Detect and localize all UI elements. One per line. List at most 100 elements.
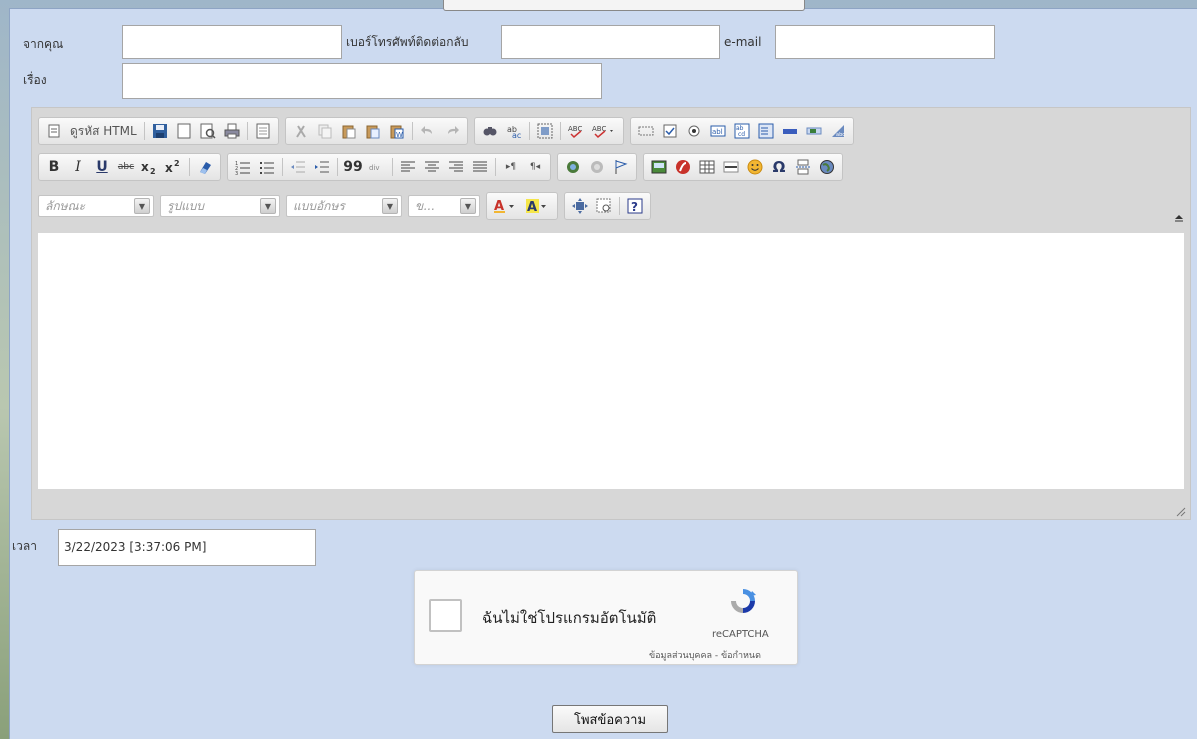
form-icon[interactable] xyxy=(635,120,657,142)
numbered-list-icon[interactable]: 123 xyxy=(232,156,254,178)
iframe-globe-icon[interactable] xyxy=(816,156,838,178)
unlink-icon[interactable] xyxy=(586,156,608,178)
indent-icon[interactable] xyxy=(311,156,333,178)
italic-icon[interactable]: I xyxy=(67,156,89,178)
new-page-icon[interactable] xyxy=(173,120,195,142)
show-blocks-icon[interactable] xyxy=(593,195,615,217)
chevron-down-icon[interactable]: ▼ xyxy=(460,198,476,214)
remove-format-icon[interactable] xyxy=(194,156,216,178)
from-input[interactable] xyxy=(122,25,342,59)
toolbar-separator xyxy=(392,158,393,176)
redo-icon[interactable] xyxy=(441,120,463,142)
copy-icon[interactable] xyxy=(314,120,336,142)
toolbar-group-forms: abl ab cd abc xyxy=(629,117,854,145)
style-combo-text: รูปแบบ xyxy=(167,198,205,213)
toolbar-separator xyxy=(337,158,338,176)
cut-icon[interactable] xyxy=(290,120,312,142)
checkbox-icon[interactable] xyxy=(659,120,681,142)
paste-text-icon[interactable] xyxy=(362,120,384,142)
flash-icon[interactable] xyxy=(672,156,694,178)
preview-icon[interactable] xyxy=(197,120,219,142)
size-combo[interactable]: ข... ▼ xyxy=(408,195,480,217)
maximize-icon[interactable] xyxy=(569,195,591,217)
anchor-flag-icon[interactable] xyxy=(610,156,632,178)
image-icon[interactable] xyxy=(648,156,670,178)
horizontal-rule-icon[interactable] xyxy=(720,156,742,178)
textfield-icon[interactable]: abl xyxy=(707,120,729,142)
rtl-icon[interactable]: ¶◂ xyxy=(524,156,546,178)
font-combo-text: แบบอักษร xyxy=(293,198,345,213)
ltr-icon[interactable]: ▸¶ xyxy=(500,156,522,178)
email-input[interactable] xyxy=(775,25,995,59)
bulleted-list-icon[interactable] xyxy=(256,156,278,178)
align-right-icon[interactable] xyxy=(445,156,467,178)
toolbar-group-find: ab ac ABC ABC xyxy=(473,117,624,145)
link-icon[interactable] xyxy=(562,156,584,178)
subscript-icon[interactable]: x2 xyxy=(139,156,161,178)
source-icon[interactable] xyxy=(43,120,65,142)
page-break-icon[interactable] xyxy=(792,156,814,178)
textarea-icon[interactable]: ab cd xyxy=(731,120,753,142)
underline-icon[interactable]: U xyxy=(91,156,113,178)
templates-icon[interactable] xyxy=(252,120,274,142)
table-icon[interactable] xyxy=(696,156,718,178)
editor-content-area[interactable] xyxy=(38,233,1184,489)
svg-text:2: 2 xyxy=(174,159,180,168)
hidden-field-icon[interactable]: abc xyxy=(827,120,849,142)
blockquote-icon[interactable]: 99 xyxy=(342,156,364,178)
select-icon[interactable] xyxy=(755,120,777,142)
smiley-icon[interactable] xyxy=(744,156,766,178)
spellcheck-icon[interactable]: ABC xyxy=(565,120,587,142)
strike-icon[interactable]: abc xyxy=(115,156,137,178)
scayt-icon[interactable]: ABC xyxy=(589,120,619,142)
print-icon[interactable] xyxy=(221,120,243,142)
toolbar-group-clipboard: W xyxy=(284,117,468,145)
recaptcha-checkbox[interactable] xyxy=(429,599,462,632)
source-button-label[interactable]: ดูรหัส HTML xyxy=(67,120,140,142)
toolbar-group-tools: ? xyxy=(564,192,651,220)
undo-icon[interactable] xyxy=(417,120,439,142)
svg-text:x: x xyxy=(141,160,149,174)
toolbar-separator xyxy=(282,158,283,176)
svg-text:cd: cd xyxy=(738,131,745,138)
chevron-down-icon[interactable]: ▼ xyxy=(260,198,276,214)
recaptcha-label: ฉันไม่ใช่โปรแกรมอัตโนมัติ xyxy=(482,609,657,627)
button-icon[interactable] xyxy=(779,120,801,142)
help-icon[interactable]: ? xyxy=(624,195,646,217)
align-left-icon[interactable] xyxy=(397,156,419,178)
chevron-down-icon[interactable]: ▼ xyxy=(134,198,150,214)
replace-icon[interactable]: ab ac xyxy=(503,120,525,142)
align-center-icon[interactable] xyxy=(421,156,443,178)
svg-text:ac: ac xyxy=(512,131,521,139)
align-justify-icon[interactable] xyxy=(469,156,491,178)
time-input[interactable]: 3/22/2023 [3:37:06 PM] xyxy=(58,529,316,566)
style-combo[interactable]: รูปแบบ ▼ xyxy=(160,195,280,217)
toolbar-separator xyxy=(189,158,190,176)
radio-icon[interactable] xyxy=(683,120,705,142)
rich-text-editor: ดูรหัส HTML W ab ac ABC ABC abl ab cd ab… xyxy=(31,107,1191,520)
create-div-icon[interactable]: div xyxy=(366,156,388,178)
save-icon[interactable] xyxy=(149,120,171,142)
paste-word-icon[interactable]: W xyxy=(386,120,408,142)
collapse-toolbar-icon[interactable] xyxy=(1174,212,1184,222)
text-color-icon[interactable]: A xyxy=(491,195,521,217)
image-button-icon[interactable] xyxy=(803,120,825,142)
format-combo[interactable]: ลักษณะ ▼ xyxy=(38,195,154,217)
subject-input[interactable] xyxy=(122,63,602,99)
chevron-down-icon[interactable]: ▼ xyxy=(382,198,398,214)
post-message-button[interactable]: โพสข้อความ xyxy=(552,705,668,733)
phone-input[interactable] xyxy=(501,25,720,59)
size-combo-text: ข... xyxy=(415,198,435,213)
top-button-edge[interactable] xyxy=(443,0,805,11)
select-all-icon[interactable] xyxy=(534,120,556,142)
bold-icon[interactable]: B xyxy=(43,156,65,178)
recaptcha-privacy-terms-links[interactable]: ข้อมูลส่วนบุคคล - ข้อกำหนด xyxy=(649,648,761,662)
paste-icon[interactable] xyxy=(338,120,360,142)
superscript-icon[interactable]: x2 xyxy=(163,156,185,178)
find-icon[interactable] xyxy=(479,120,501,142)
outdent-icon[interactable] xyxy=(287,156,309,178)
font-combo[interactable]: แบบอักษร ▼ xyxy=(286,195,402,217)
resize-handle-icon[interactable] xyxy=(1174,505,1186,517)
background-color-icon[interactable]: A xyxy=(523,195,553,217)
special-char-icon[interactable]: Ω xyxy=(768,156,790,178)
